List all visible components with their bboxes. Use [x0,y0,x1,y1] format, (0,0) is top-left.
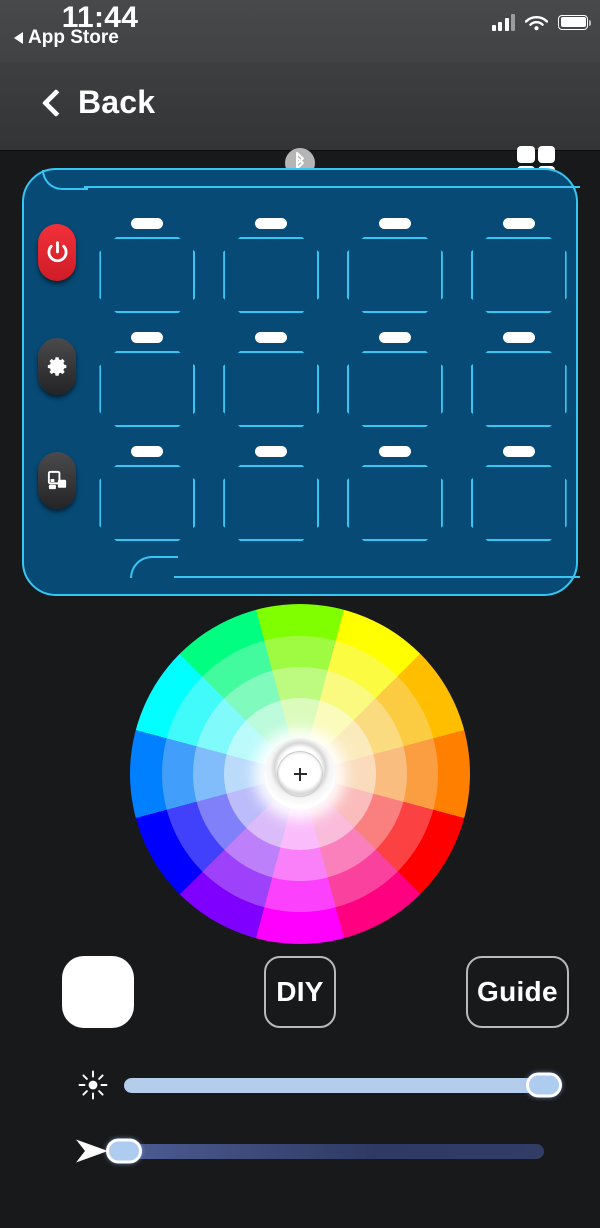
power-button[interactable] [38,224,76,281]
back-to-app-store-link[interactable]: App Store [14,27,119,49]
device-key[interactable] [346,332,445,427]
color-wheel[interactable] [130,604,470,944]
settings-button[interactable] [38,338,76,395]
crosshair-icon [293,767,307,781]
key-indicator [378,332,411,343]
key-body [471,351,567,427]
key-grid [98,218,568,541]
device-key[interactable] [222,332,321,427]
device-key[interactable] [98,332,197,427]
key-indicator [502,218,535,229]
key-body [347,237,443,313]
device-panel [22,168,580,596]
panel-bezel-top [42,170,580,190]
gear-icon [47,357,66,376]
key-indicator [255,446,288,457]
device-key[interactable] [346,218,445,313]
back-button[interactable]: Back [41,84,156,121]
wifi-icon [525,15,548,30]
status-bar: 11:44 App Store [0,0,600,62]
key-body [223,237,319,313]
key-indicator [255,218,288,229]
key-body [223,351,319,427]
device-key[interactable] [222,446,321,541]
key-body [471,237,567,313]
key-body [99,237,195,313]
current-color-swatch[interactable] [62,956,134,1028]
back-button-label: Back [78,84,156,120]
layout-blocks-icon [47,470,66,490]
device-key[interactable] [98,218,197,313]
guide-button[interactable]: Guide [466,956,569,1028]
key-body [347,465,443,541]
action-button-row: DIY Guide [0,956,600,1040]
key-indicator [255,332,288,343]
speed-slider-thumb[interactable] [106,1138,142,1164]
mode-button[interactable] [38,452,76,509]
color-picker-section [0,604,600,949]
speed-slider-track[interactable] [106,1138,544,1164]
battery-full-icon [558,14,591,30]
device-key[interactable] [98,446,197,541]
key-body [99,465,195,541]
device-key[interactable] [469,218,568,313]
key-indicator [378,218,411,229]
key-indicator [502,446,535,457]
back-to-app-store-label: App Store [28,27,119,48]
triangle-left-icon [14,32,23,44]
diy-button[interactable]: DIY [264,956,336,1028]
key-indicator [378,446,411,457]
key-body [99,351,195,427]
brightness-slider-thumb[interactable] [526,1072,562,1098]
panel-bezel-bottom [130,556,580,578]
navigation-bar: Back [0,62,600,182]
power-icon [47,241,67,263]
brightness-slider-track[interactable] [124,1072,562,1098]
key-indicator [131,332,164,343]
key-body [471,465,567,541]
brightness-slider-row [0,1063,600,1107]
device-key[interactable] [469,332,568,427]
device-key[interactable] [222,218,321,313]
key-body [223,465,319,541]
cellular-signal-icon [491,13,515,31]
key-body [347,351,443,427]
status-indicators [491,9,591,35]
key-indicator [131,446,164,457]
brightness-sun-icon [62,1070,124,1100]
key-indicator [131,218,164,229]
device-key[interactable] [469,446,568,541]
key-indicator [502,332,535,343]
speed-slider-row [0,1129,600,1173]
device-key[interactable] [346,446,445,541]
color-wheel-knob[interactable] [264,738,336,810]
chevron-left-icon [41,88,71,117]
